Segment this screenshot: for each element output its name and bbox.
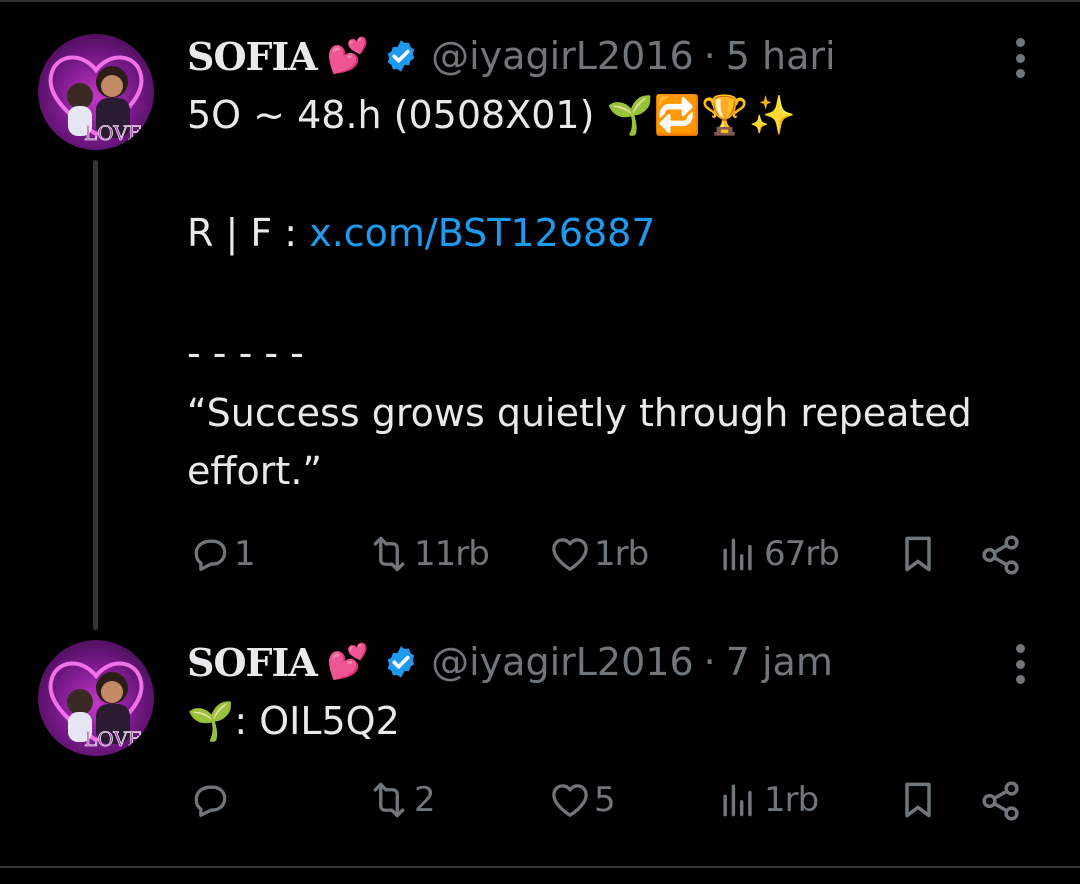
like-count: 1rb [594, 534, 649, 574]
author-avatar[interactable]: LOVE [38, 34, 154, 150]
separator-dot: · [703, 34, 716, 78]
reply-count: 1 [234, 534, 256, 574]
repost-icon [373, 536, 405, 572]
tweet-body-line-1: 🌱: OIL5Q2 [187, 692, 400, 750]
like-count: 5 [594, 780, 616, 820]
bookmark-icon [905, 536, 931, 572]
verified-badge-icon [383, 38, 419, 74]
repost-count: 11rb [414, 534, 490, 574]
tweet-text: R | F : [187, 211, 298, 255]
svg-text:LOVE: LOVE [84, 121, 142, 145]
repost-button[interactable]: 11rb [366, 532, 490, 576]
svg-text:LOVE: LOVE [84, 727, 142, 751]
tweet-emojis: 🌱🔁🏆✨ [606, 93, 796, 137]
tweet-body-line-5: effort.” [187, 449, 323, 493]
two-hearts-emoji: 💕 [326, 36, 370, 76]
author-name[interactable]: SOFIA [187, 640, 318, 685]
tweet-body-line-1: 5O ~ 48.h (0508X01) 🌱🔁🏆✨ [187, 86, 796, 144]
bookmark-icon [905, 782, 931, 818]
author-handle[interactable]: @iyagirL2016 [431, 34, 694, 78]
heart-icon [552, 784, 588, 817]
author-avatar[interactable]: LOVE [38, 640, 154, 756]
seedling-emoji: 🌱 [187, 699, 235, 743]
author-handle[interactable]: @iyagirL2016 [431, 640, 694, 684]
thread-connector-line [93, 160, 98, 630]
avatar-image: LOVE [48, 661, 144, 751]
verified-badge-icon [383, 644, 419, 680]
views-button[interactable]: 1rb [716, 778, 819, 822]
tweet-link[interactable]: x.com/BST126887 [309, 211, 655, 255]
view-count: 67rb [764, 534, 840, 574]
tweet-body-line-4: “Success grows quietly through repeated [187, 391, 972, 435]
heart-icon [552, 538, 588, 571]
two-hearts-emoji: 💕 [326, 642, 370, 682]
tweet-body-line-2: R | F : x.com/BST126887 [187, 204, 656, 262]
repost-icon [373, 782, 405, 818]
reply-button[interactable] [188, 778, 234, 822]
tweet-body-line-3: - - - - - [187, 331, 304, 375]
bottom-divider [0, 866, 1080, 868]
tweet-timestamp[interactable]: 7 jam [726, 640, 833, 684]
views-chart-icon [723, 538, 752, 571]
more-options-icon[interactable] [1008, 38, 1032, 78]
view-count: 1rb [764, 780, 819, 820]
share-button[interactable] [978, 778, 1024, 824]
tweet-timestamp[interactable]: 5 hari [726, 34, 836, 78]
views-button[interactable]: 67rb [716, 532, 840, 576]
tweet-header: SOFIA 💕 @iyagirL2016 · 7 jam [187, 634, 833, 690]
reply-icon [194, 785, 227, 817]
reply-button[interactable]: 1 [188, 532, 256, 576]
views-chart-icon [723, 784, 752, 817]
bookmark-button[interactable] [896, 778, 940, 822]
tweet-text: : OIL5Q2 [234, 699, 400, 743]
repost-button[interactable]: 2 [366, 778, 436, 822]
like-button[interactable]: 5 [548, 778, 616, 822]
reply-icon [194, 539, 227, 571]
share-icon [982, 781, 1019, 821]
author-name[interactable]: SOFIA [187, 34, 318, 79]
avatar-image: LOVE [48, 55, 144, 145]
tweet-text: 5O ~ 48.h (0508X01) [187, 93, 595, 137]
top-divider [0, 0, 1080, 2]
separator-dot: · [703, 640, 716, 684]
more-options-icon[interactable] [1008, 644, 1032, 684]
share-button[interactable] [978, 532, 1024, 578]
bookmark-button[interactable] [896, 532, 940, 576]
repost-count: 2 [414, 780, 436, 820]
like-button[interactable]: 1rb [548, 532, 649, 576]
share-icon [982, 535, 1019, 575]
tweet-header: SOFIA 💕 @iyagirL2016 · 5 hari [187, 28, 836, 84]
